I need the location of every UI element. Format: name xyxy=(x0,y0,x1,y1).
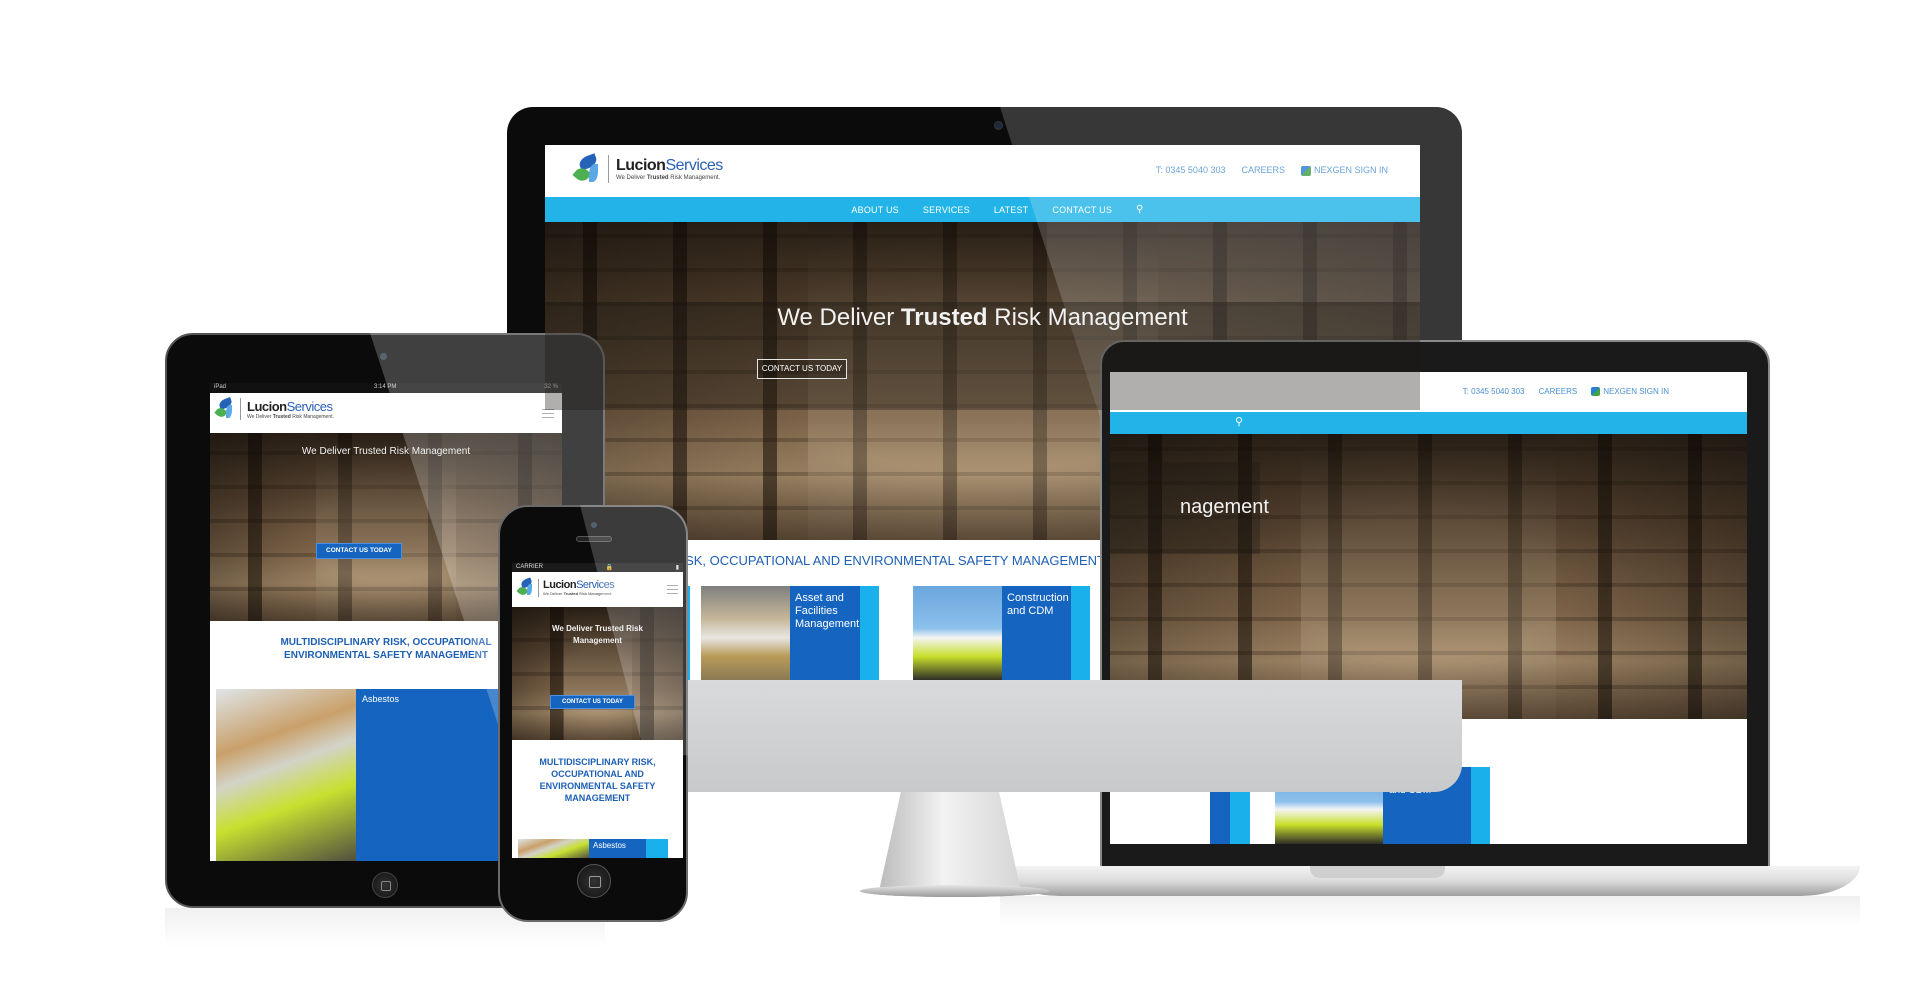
card-accent xyxy=(860,586,879,680)
logo-tagline: We Deliver Trusted Risk Management. xyxy=(543,591,613,596)
hero-title: We Deliver Trusted Risk Management xyxy=(552,624,643,645)
lock-icon: 🔒 xyxy=(605,565,614,571)
card-image xyxy=(701,586,790,680)
logo-name: LucionServices xyxy=(247,398,333,414)
tablet-home-button[interactable] xyxy=(372,872,398,898)
site-header: LucionServices We Deliver Trusted Risk M… xyxy=(512,572,683,607)
tablet-camera-icon xyxy=(380,353,387,360)
utility-nav: T: 0345 5040 303 CAREERS NEXGEN SIGN IN xyxy=(1463,387,1669,397)
search-icon[interactable]: ⚲ xyxy=(1136,204,1144,215)
site-header: LucionServices We Deliver Trusted Risk M… xyxy=(210,393,562,433)
careers-link[interactable]: CAREERS xyxy=(1539,387,1578,396)
nexgen-signin-link[interactable]: NEXGEN SIGN IN xyxy=(1591,387,1669,397)
contact-us-button[interactable]: CONTACT US TODAY xyxy=(757,359,847,379)
phone-link[interactable]: T: 0345 5040 303 xyxy=(1463,387,1525,396)
hero-title: We Deliver Trusted Risk Management xyxy=(777,304,1188,331)
monitor-foot-front xyxy=(860,885,1050,897)
card-accent xyxy=(646,839,668,858)
nav-latest[interactable]: LATEST xyxy=(994,205,1029,215)
laptop-lid-notch xyxy=(1310,866,1445,878)
nexgen-signin-link[interactable]: NEXGEN SIGN IN xyxy=(1300,165,1388,176)
main-nav: ⚲ xyxy=(1110,412,1747,434)
hero-banner: We Deliver Trusted Risk Management CONTA… xyxy=(512,607,683,740)
section-heading: MULTIDISCIPLINARY RISK, OCCUPATIONAL AND… xyxy=(539,757,656,803)
card-image xyxy=(518,839,589,858)
logo-mark-icon xyxy=(214,397,234,420)
card-accent xyxy=(1471,767,1490,844)
card-title: Asbestos xyxy=(589,839,646,858)
card-title: Asset and Facilities Management xyxy=(790,586,860,680)
utility-nav: T: 0345 5040 303 CAREERS NEXGEN SIGN IN xyxy=(1156,165,1388,176)
logo-tagline: We Deliver Trusted Risk Management. xyxy=(247,413,334,420)
search-icon[interactable]: ⚲ xyxy=(1235,415,1243,428)
logo-divider xyxy=(240,398,241,420)
logo-divider xyxy=(538,578,539,597)
logo-tagline: We Deliver Trusted Risk Management. xyxy=(616,175,721,181)
site-header: LucionServices We Deliver Trusted Risk M… xyxy=(545,145,1420,197)
hero-title: We Deliver Trusted Risk Management xyxy=(301,446,471,457)
logo-name: LucionServices xyxy=(616,157,723,174)
service-card-asbestos[interactable]: Asbestos xyxy=(518,839,668,858)
logo-name: LucionServices xyxy=(543,579,615,591)
card-accent xyxy=(1071,586,1090,680)
careers-link[interactable]: CAREERS xyxy=(1241,165,1285,175)
phone-camera-icon xyxy=(591,522,597,528)
tablet-status-bar: iPad 3:14 PM 32 % xyxy=(210,383,562,393)
carrier-label: CARRIER xyxy=(516,564,544,570)
phone-link[interactable]: T: 0345 5040 303 xyxy=(1156,165,1226,175)
monitor-camera-icon xyxy=(994,121,1003,130)
site-logo[interactable]: LucionServices We Deliver Trusted Risk M… xyxy=(516,577,615,597)
service-card-asset-facilities[interactable]: Asset and Facilities Management xyxy=(701,586,879,680)
nexgen-cube-icon xyxy=(1591,387,1601,397)
device-label: iPad xyxy=(214,384,227,390)
contact-us-button[interactable]: CONTACT US TODAY xyxy=(550,695,635,709)
laptop-reflection xyxy=(1000,896,1860,926)
phone-screen: CARRIER 🔒 ▮ LucionServices We Deliver Tr… xyxy=(512,563,683,858)
card-title: Constructionand CDM xyxy=(1002,586,1072,680)
phone-speaker xyxy=(576,536,612,542)
site-logo[interactable]: LucionServices We Deliver Trusted Risk M… xyxy=(572,153,723,184)
nexgen-cube-icon xyxy=(1300,165,1311,176)
contact-us-button[interactable]: CONTACT US TODAY xyxy=(316,543,402,559)
menu-hamburger-icon[interactable] xyxy=(667,585,678,594)
card-image xyxy=(913,586,1002,680)
menu-hamburger-icon[interactable] xyxy=(542,409,554,418)
nav-about-us[interactable]: ABOUT US xyxy=(851,205,898,215)
monitor-stand-front xyxy=(880,792,1020,887)
nav-contact-us[interactable]: CONTACT US xyxy=(1052,205,1112,215)
phone-home-button[interactable] xyxy=(577,864,611,898)
status-time: 3:14 PM xyxy=(373,384,397,390)
phone-status-bar: CARRIER 🔒 ▮ xyxy=(512,563,683,572)
logo-mark-icon xyxy=(516,577,534,597)
logo-divider xyxy=(608,155,609,183)
hero-title: nagement xyxy=(1180,496,1269,518)
main-nav: ABOUT US SERVICES LATEST CONTACT US ⚲ xyxy=(545,197,1420,222)
service-card-construction-cdm[interactable]: Constructionand CDM xyxy=(913,586,1090,680)
nav-services[interactable]: SERVICES xyxy=(923,205,970,215)
card-image xyxy=(216,689,356,861)
battery-icon: ▮ xyxy=(675,565,679,571)
site-logo[interactable]: LucionServices We Deliver Trusted Risk M… xyxy=(214,397,334,420)
logo-mark-icon xyxy=(572,153,601,184)
hero-banner: nagement xyxy=(1110,434,1747,719)
